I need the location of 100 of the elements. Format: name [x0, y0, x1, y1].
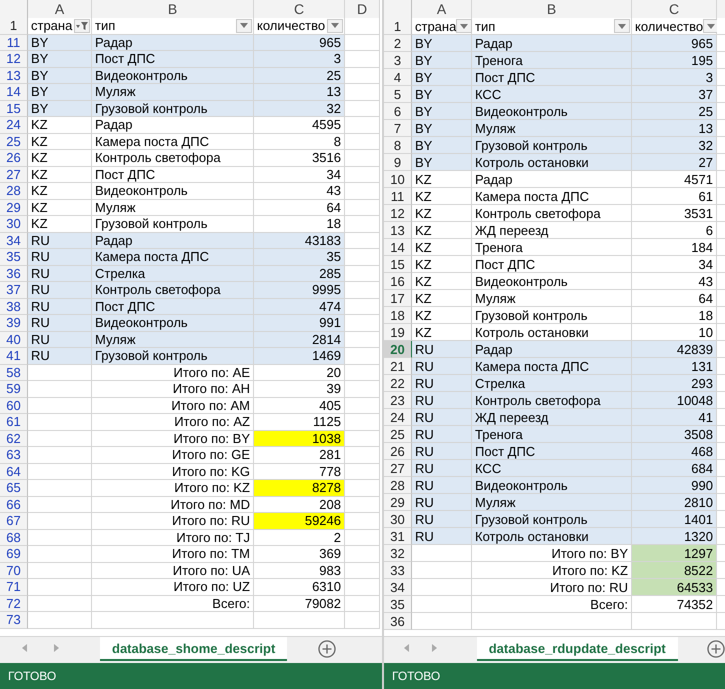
- row-header[interactable]: 28: [0, 183, 28, 200]
- row-header[interactable]: 30: [0, 216, 28, 232]
- row-header[interactable]: 15: [384, 256, 412, 273]
- row-header[interactable]: 10: [384, 171, 412, 188]
- row-header[interactable]: 30: [384, 511, 412, 528]
- dropdown-button[interactable]: [236, 18, 252, 33]
- row-header[interactable]: 60: [0, 398, 28, 414]
- row-header[interactable]: 31: [384, 528, 412, 545]
- row-header[interactable]: 4: [384, 69, 412, 86]
- row-header[interactable]: 29: [0, 200, 28, 216]
- row-header[interactable]: 20: [384, 341, 412, 358]
- row-header[interactable]: 6: [384, 103, 412, 120]
- table-cell: 965: [254, 34, 345, 51]
- row-header[interactable]: 13: [384, 222, 412, 239]
- row-header[interactable]: 39: [0, 315, 28, 332]
- row-header[interactable]: 38: [0, 298, 28, 315]
- row-header[interactable]: 33: [384, 562, 412, 579]
- row-header[interactable]: 14: [0, 84, 28, 100]
- row-header[interactable]: 11: [384, 188, 412, 205]
- sheet-tab[interactable]: database_rdupdate_descript: [476, 637, 678, 661]
- column-header[interactable]: C: [254, 0, 345, 19]
- row-header[interactable]: 71: [0, 579, 28, 596]
- table-cell: Итого по: AH: [92, 381, 254, 398]
- row-header[interactable]: 35: [0, 249, 28, 266]
- row-header[interactable]: 26: [384, 443, 412, 460]
- table-cell: BY: [28, 51, 92, 68]
- row-header[interactable]: 70: [0, 562, 28, 579]
- row-header[interactable]: 2: [384, 35, 412, 52]
- table-cell: Пост ДПС: [472, 69, 632, 86]
- dropdown-button[interactable]: [456, 19, 472, 33]
- row-header[interactable]: 25: [0, 134, 28, 150]
- row-header[interactable]: 7: [384, 120, 412, 137]
- table-cell: Радар: [472, 341, 632, 358]
- plus-circle-icon: [318, 640, 336, 658]
- row-header[interactable]: 27: [0, 166, 28, 183]
- row-header[interactable]: 24: [0, 117, 28, 134]
- row-header[interactable]: 23: [384, 392, 412, 409]
- row-header[interactable]: 68: [0, 530, 28, 546]
- column-header[interactable]: B: [472, 0, 632, 19]
- row-header[interactable]: 62: [0, 430, 28, 447]
- row-header[interactable]: 1: [0, 18, 28, 34]
- row-header[interactable]: 27: [384, 460, 412, 477]
- row-header[interactable]: 32: [384, 545, 412, 562]
- row-header[interactable]: 25: [384, 426, 412, 443]
- sheet-tab[interactable]: database_shome_descript: [100, 637, 288, 661]
- row-header[interactable]: 24: [384, 409, 412, 426]
- column-header[interactable]: A: [28, 0, 92, 19]
- row-header[interactable]: 36: [0, 266, 28, 282]
- table-cell: 43183: [254, 232, 345, 249]
- row-header[interactable]: 63: [0, 447, 28, 464]
- column-header[interactable]: B: [92, 0, 254, 19]
- row-header[interactable]: 16: [384, 273, 412, 290]
- row-header[interactable]: 12: [384, 205, 412, 222]
- table-cell: 27: [632, 154, 717, 171]
- row-header[interactable]: 72: [0, 596, 28, 612]
- row-header[interactable]: 28: [384, 477, 412, 494]
- row-header[interactable]: 67: [0, 513, 28, 530]
- row-header[interactable]: 9: [384, 154, 412, 171]
- row-header[interactable]: 8: [384, 137, 412, 154]
- row-header[interactable]: 61: [0, 414, 28, 430]
- table-cell: Пост ДПС: [92, 51, 254, 68]
- row-header[interactable]: 66: [0, 496, 28, 513]
- row-header[interactable]: 18: [384, 307, 412, 324]
- row-header[interactable]: 3: [384, 52, 412, 69]
- row-header[interactable]: 65: [0, 480, 28, 496]
- table-cell: RU: [28, 348, 92, 364]
- table-cell: Видеоконтроль: [92, 68, 254, 84]
- row-header[interactable]: 19: [384, 324, 412, 341]
- row-header[interactable]: 34: [0, 232, 28, 249]
- row-header[interactable]: 12: [0, 51, 28, 68]
- row-header[interactable]: 13: [0, 68, 28, 84]
- column-header[interactable]: A: [412, 0, 472, 19]
- row-header[interactable]: 35: [384, 596, 412, 613]
- dropdown-button[interactable]: [327, 18, 343, 33]
- row-header[interactable]: 58: [0, 364, 28, 381]
- row-header[interactable]: 64: [0, 464, 28, 480]
- row-header[interactable]: 26: [0, 150, 28, 166]
- row-header[interactable]: 22: [384, 375, 412, 392]
- row-header[interactable]: 34: [384, 579, 412, 596]
- filter-button[interactable]: [74, 18, 90, 33]
- dropdown-button[interactable]: [614, 19, 630, 33]
- row-header[interactable]: 36: [384, 613, 412, 630]
- row-header[interactable]: 41: [0, 348, 28, 364]
- column-label: страна: [415, 18, 456, 34]
- row-header[interactable]: 29: [384, 494, 412, 511]
- row-header[interactable]: 15: [0, 100, 28, 117]
- row-header[interactable]: 40: [0, 332, 28, 348]
- column-header[interactable]: C: [632, 0, 717, 19]
- row-header[interactable]: 73: [0, 612, 28, 628]
- row-header[interactable]: 69: [0, 546, 28, 562]
- row-header[interactable]: 1: [384, 18, 412, 35]
- row-header[interactable]: 37: [0, 282, 28, 298]
- column-header[interactable]: D: [345, 0, 380, 19]
- row-header[interactable]: 5: [384, 86, 412, 103]
- row-header[interactable]: 21: [384, 358, 412, 375]
- row-header[interactable]: 17: [384, 290, 412, 307]
- row-header[interactable]: 11: [0, 34, 28, 51]
- row-header[interactable]: 14: [384, 239, 412, 256]
- table-cell: RU: [412, 375, 472, 392]
- row-header[interactable]: 59: [0, 381, 28, 398]
